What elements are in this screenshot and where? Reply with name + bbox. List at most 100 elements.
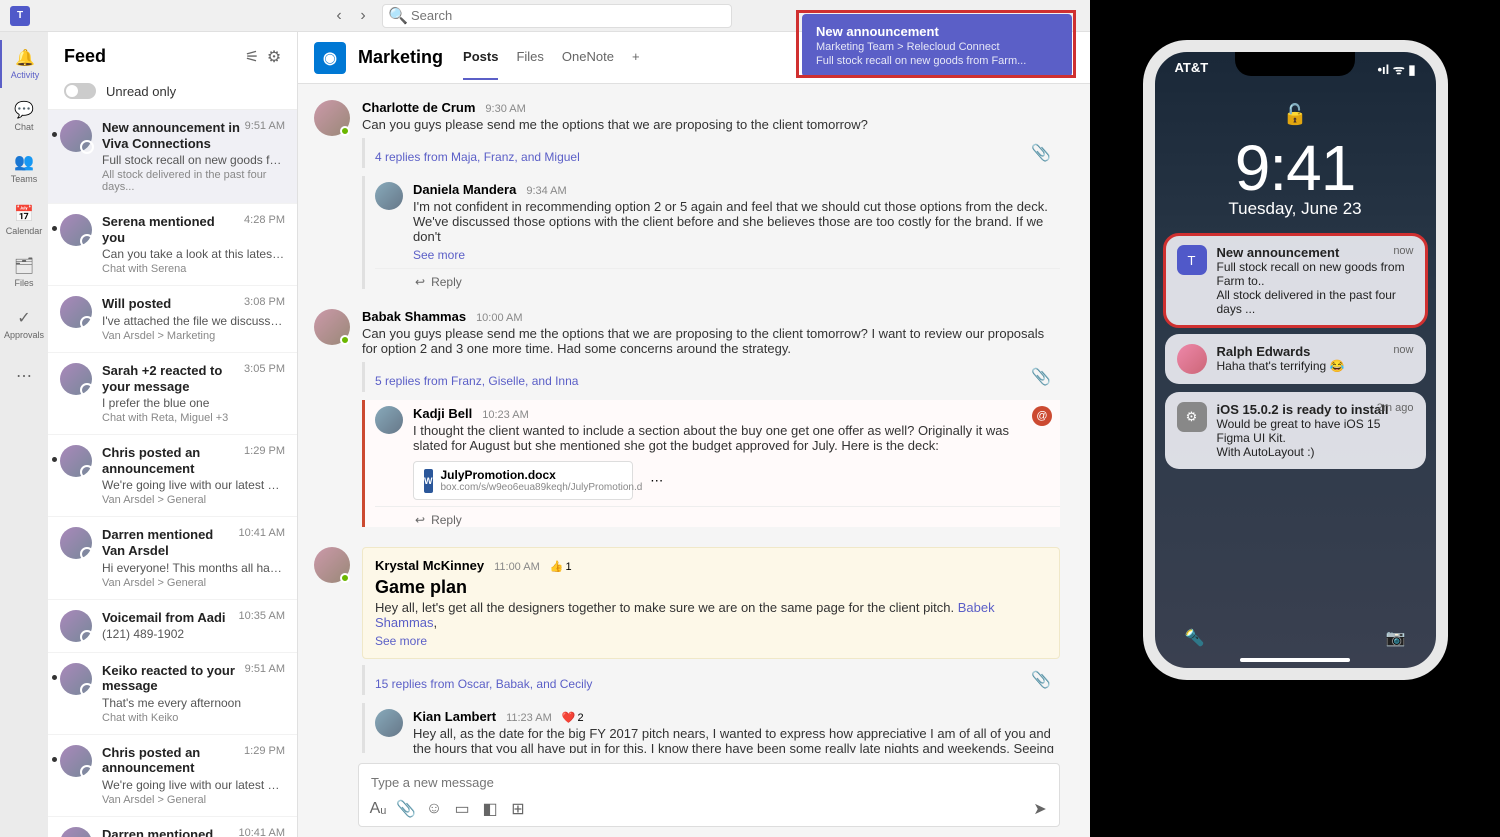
avatar[interactable] [314, 547, 350, 583]
attachment-icon[interactable]: 📎 [1034, 673, 1048, 687]
see-more-link[interactable]: See more [375, 634, 1047, 648]
more-compose-icon[interactable]: ⊞ [511, 802, 525, 816]
compose-input[interactable] [371, 775, 1047, 790]
calendar-icon: 📅 [14, 204, 34, 224]
feed-item-time: 10:35 AM [239, 610, 285, 622]
message-text: Can you guys please send me the options … [362, 326, 1060, 356]
channel-title: Marketing [358, 47, 443, 68]
search-input[interactable] [411, 8, 723, 23]
avatar[interactable] [314, 100, 350, 136]
reply-text: I thought the client wanted to include a… [413, 423, 1032, 453]
tab-onenote[interactable]: OneNote [562, 35, 614, 80]
gear-icon[interactable]: ⚙ [267, 50, 281, 64]
rail-chat[interactable]: 💬Chat [0, 92, 48, 140]
home-indicator[interactable] [1240, 658, 1350, 662]
teams-icon: 👥 [14, 152, 34, 172]
file-name: JulyPromotion.docx [441, 468, 643, 482]
sticker-icon[interactable]: ◧ [483, 802, 497, 816]
replies-link[interactable]: 4 replies from Maja, Franz, and Miguel [375, 150, 580, 164]
feed-list[interactable]: New announcement in Viva Connections9:51… [48, 110, 297, 837]
attach-icon[interactable]: 📎 [399, 802, 413, 816]
reply-button[interactable]: ↩Reply [375, 506, 1060, 527]
feed-item-time: 10:41 AM [239, 527, 285, 539]
message-text: Hey all, let's get all the designers tog… [375, 600, 1047, 630]
send-button[interactable]: ➤ [1033, 802, 1047, 816]
feed-item-title: Darren mentioned Van Arsdel [102, 827, 235, 837]
approvals-icon: ✓ [17, 308, 30, 328]
avatar [60, 296, 92, 328]
gif-icon[interactable]: ▭ [455, 802, 469, 816]
notif-time: now [1393, 245, 1413, 257]
rail-calendar[interactable]: 📅Calendar [0, 196, 48, 244]
back-button[interactable]: ‹ [330, 7, 348, 25]
filter-icon[interactable]: ⚟ [245, 50, 259, 64]
reply-icon: ↩ [415, 275, 425, 289]
more-icon: ⋯ [16, 366, 32, 386]
format-icon[interactable]: Aᵤ [371, 802, 385, 816]
contact-avatar [1177, 344, 1207, 374]
message-author: Babak Shammas [362, 309, 466, 324]
avatar [60, 363, 92, 395]
file-attachment[interactable]: W JulyPromotion.docxbox.com/s/w9eo6eua89… [413, 461, 633, 500]
feed-item[interactable]: Serena mentioned you4:28 PMCan you take … [48, 204, 297, 286]
compose-box[interactable]: Aᵤ 📎 ☺ ▭ ◧ ⊞ ➤ [358, 763, 1060, 827]
replies-link[interactable]: 15 replies from Oscar, Babak, and Cecily [375, 677, 592, 691]
lockscreen-date: Tuesday, June 23 [1155, 199, 1436, 219]
camera-icon[interactable]: 📷 [1386, 628, 1406, 648]
avatar [60, 445, 92, 477]
tab-files[interactable]: Files [516, 35, 543, 80]
message-author: Krystal McKinney [375, 558, 484, 573]
notification-system[interactable]: ⚙ iOS 15.0.2 is ready to install Would b… [1165, 392, 1426, 469]
attachment-icon[interactable]: 📎 [1034, 146, 1048, 160]
reply-time: 11:23 AM [506, 712, 552, 724]
avatar[interactable] [375, 182, 403, 210]
add-tab-button[interactable]: + [632, 35, 640, 80]
see-more-link[interactable]: See more [413, 248, 1060, 262]
notification-teams[interactable]: T New announcement Full stock recall on … [1165, 235, 1426, 326]
replies-link[interactable]: 5 replies from Franz, Giselle, and Inna [375, 374, 578, 388]
avatar[interactable] [375, 709, 403, 737]
feed-item[interactable]: Voicemail from Aadi10:35 AM(121) 489-190… [48, 600, 297, 653]
avatar[interactable] [314, 309, 350, 345]
rail-files[interactable]: 🗂Files [0, 248, 48, 296]
unread-dot-icon [52, 226, 57, 231]
messages-area[interactable]: Charlotte de Crum9:30 AM Can you guys pl… [298, 84, 1090, 753]
teams-app-icon: T [1177, 245, 1207, 275]
reply-button[interactable]: ↩Reply [375, 268, 1060, 289]
feed-item[interactable]: Darren mentioned Van Arsdel10:41 AMHi ev… [48, 517, 297, 599]
feed-item[interactable]: Darren mentioned Van Arsdel10:41 AMHi ev… [48, 817, 297, 837]
rail-approvals[interactable]: ✓Approvals [0, 300, 48, 348]
feed-item[interactable]: Sarah +2 reacted to your message3:05 PMI… [48, 353, 297, 435]
flashlight-icon[interactable]: 🔦 [1185, 628, 1205, 648]
tab-posts[interactable]: Posts [463, 35, 498, 80]
unread-toggle[interactable] [64, 83, 96, 99]
toast-notification[interactable]: New announcement Marketing Team > Relecl… [802, 14, 1072, 77]
forward-button[interactable]: › [354, 7, 372, 25]
rail-activity[interactable]: 🔔Activity [0, 40, 48, 88]
file-more-icon[interactable]: ⋯ [650, 473, 663, 489]
notification-message[interactable]: Ralph Edwards Haha that's terrifying 😂 n… [1165, 334, 1426, 384]
unread-dot-icon [52, 457, 57, 462]
reply-author: Kadji Bell [413, 406, 472, 421]
avatar[interactable] [375, 406, 403, 434]
search-box[interactable]: 🔍 [382, 4, 732, 28]
reaction-thumbsup[interactable]: 👍 1 [550, 560, 572, 573]
feed-item[interactable]: Will posted3:08 PMI've attached the file… [48, 286, 297, 353]
feed-item-time: 3:05 PM [244, 363, 285, 375]
avatar [60, 214, 92, 246]
teams-app-window: T ‹ › 🔍 New announcement Marketing Team … [0, 0, 1090, 837]
feed-item[interactable]: New announcement in Viva Connections9:51… [48, 110, 297, 204]
feed-item-text: I prefer the blue one [102, 396, 285, 410]
reaction-heart[interactable]: ❤️ 2 [562, 711, 584, 724]
rail-more[interactable]: ⋯ [0, 352, 48, 400]
feed-item[interactable]: Chris posted an announcement1:29 PMWe're… [48, 735, 297, 817]
attachment-icon[interactable]: 📎 [1034, 370, 1048, 384]
badge-icon [80, 316, 94, 330]
notif-text: Full stock recall on new goods from Farm… [1217, 260, 1414, 288]
feed-item-sub: All stock delivered in the past four day… [102, 169, 285, 193]
phone-lockscreen: AT&T •ıl ᯤ ▮ 🔓 9:41 Tuesday, June 23 T N… [1143, 40, 1448, 680]
feed-item[interactable]: Keiko reacted to your message9:51 AMThat… [48, 653, 297, 735]
emoji-icon[interactable]: ☺ [427, 802, 441, 816]
feed-item[interactable]: Chris posted an announcement1:29 PMWe're… [48, 435, 297, 517]
rail-teams[interactable]: 👥Teams [0, 144, 48, 192]
